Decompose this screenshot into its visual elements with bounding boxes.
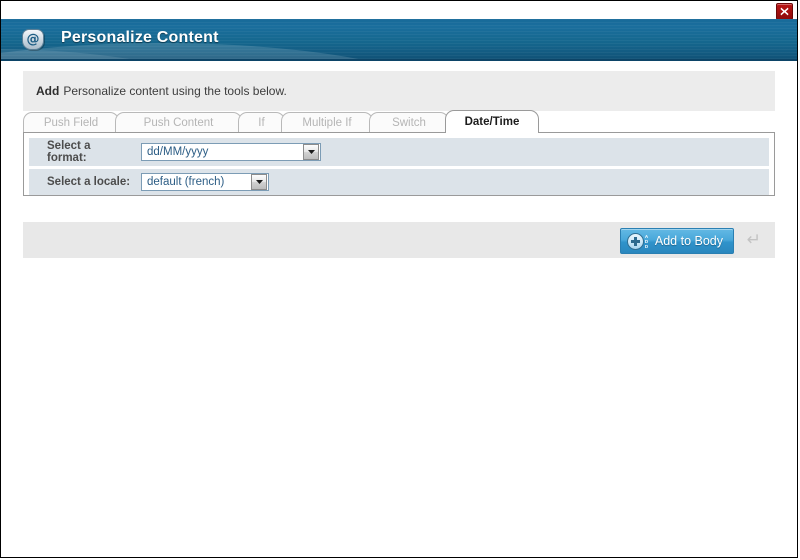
add-circle-plus-icon: ADD [626, 232, 649, 250]
tab-switch[interactable]: Switch [369, 112, 449, 133]
tab-switch-label: Switch [392, 116, 426, 129]
tab-if-label: If [258, 116, 265, 129]
window-topbar [1, 1, 797, 20]
instruction-banner-bold: Add [36, 84, 60, 98]
instruction-banner-text: Personalize content using the tools belo… [63, 84, 287, 98]
chevron-down-icon[interactable] [251, 174, 267, 190]
application-window: @ Personalize Content Add Personalize co… [0, 0, 798, 558]
format-label-line2: format: [47, 152, 87, 164]
add-circle [626, 232, 644, 250]
enter-key-icon: ↵ [746, 230, 761, 250]
at-email-icon: @ [20, 28, 46, 52]
tab-bar: Push Field Push Content If Multiple If Switc… [23, 110, 775, 133]
add-to-body-label: Add to Body [654, 234, 723, 248]
tab-multiple-if[interactable]: Multiple If [281, 112, 373, 133]
locale-select-value: default (french) [147, 176, 225, 188]
tab-push-content-label: Push Content [143, 116, 214, 129]
add-to-body-button[interactable]: ADD Add to Body [619, 228, 734, 254]
chevron-down-glyph [255, 180, 263, 184]
chevron-down-icon[interactable] [303, 144, 319, 160]
format-select[interactable]: dd/MM/yyyy [141, 143, 321, 161]
tab-multiple-if-label: Multiple If [302, 116, 352, 129]
close-icon [780, 7, 789, 16]
tab-date-time[interactable]: Date/Time [445, 110, 539, 133]
date-time-settings-panel: Select a format: dd/MM/yyyy Select a loc… [23, 132, 775, 196]
format-select-value: dd/MM/yyyy [147, 146, 209, 158]
tab-if[interactable]: If [238, 112, 285, 133]
tab-push-content[interactable]: Push Content [115, 112, 242, 133]
format-row: Select a format: dd/MM/yyyy [29, 138, 769, 166]
tab-push-field-label: Push Field [43, 116, 99, 129]
action-bar: ADD Add to Body ↵ [23, 222, 775, 258]
locale-row: Select a locale: default (french) [29, 169, 769, 195]
add-icon-word: ADD [644, 233, 649, 249]
at-email-icon-badge: @ [22, 29, 44, 50]
format-label-line1: Select a [47, 140, 91, 152]
close-button[interactable] [776, 3, 793, 20]
page-title: Personalize Content [61, 29, 219, 46]
locale-label: Select a locale: [47, 176, 131, 188]
instruction-banner: Add Personalize content using the tools … [23, 71, 775, 111]
window-header: @ Personalize Content [1, 19, 797, 61]
format-label: Select a format: [29, 140, 141, 164]
plus-glyph [630, 236, 640, 246]
at-glyph: @ [26, 31, 40, 47]
content-area: Add Personalize content using the tools … [1, 61, 797, 557]
tab-date-time-label: Date/Time [464, 115, 520, 128]
chevron-down-glyph [307, 150, 315, 154]
tab-push-field[interactable]: Push Field [23, 112, 119, 133]
locale-select[interactable]: default (french) [141, 173, 269, 191]
